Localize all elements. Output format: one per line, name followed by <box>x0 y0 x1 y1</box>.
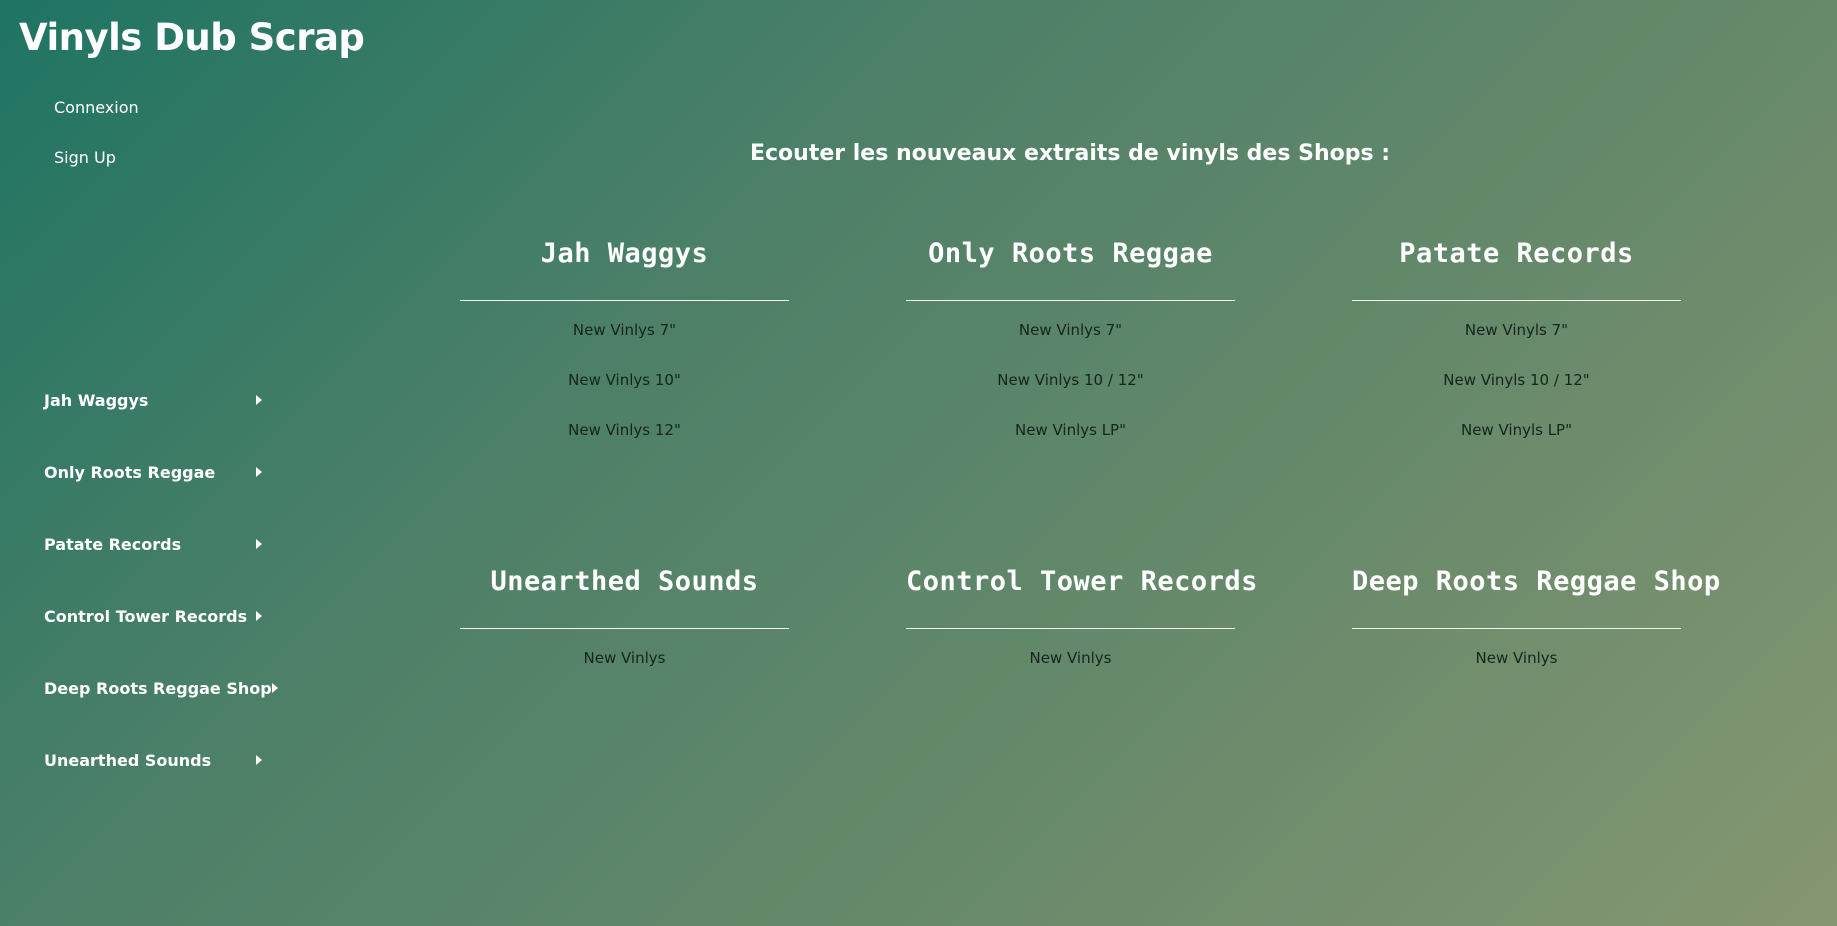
shop-card-control-tower-records: Control Tower Records New Vinlys <box>906 562 1258 697</box>
sidebar-item-deep-roots-reggae-shop[interactable]: Deep Roots Reggae Shop <box>44 676 278 700</box>
site-logo-title[interactable]: Vinyls Dub Scrap <box>19 14 365 62</box>
caret-right-icon <box>256 539 262 549</box>
shop-link-new-vinyls-7[interactable]: New Vinlys 7" <box>460 319 789 341</box>
caret-right-icon <box>256 755 262 765</box>
sidebar-item-jah-waggys[interactable]: Jah Waggys <box>44 388 264 412</box>
sidebar-item-only-roots-reggae[interactable]: Only Roots Reggae <box>44 460 264 484</box>
shop-card-unearthed-sounds: Unearthed Sounds New Vinlys <box>460 562 789 697</box>
login-link[interactable]: Connexion <box>54 96 139 120</box>
divider <box>906 628 1235 629</box>
divider <box>460 300 789 301</box>
shop-link-new-vinyls-10-12[interactable]: New Vinlys 10 / 12" <box>906 369 1235 391</box>
sidebar-item-label: Deep Roots Reggae Shop <box>44 678 272 698</box>
auth-nav: Connexion Sign Up <box>54 96 139 196</box>
caret-right-icon <box>271 683 278 693</box>
sidebar-item-patate-records[interactable]: Patate Records <box>44 532 264 556</box>
shop-title: Only Roots Reggae <box>928 238 1213 269</box>
shop-title: Jah Waggys <box>540 238 709 269</box>
shop-link-new-vinyls-7[interactable]: New Vinyls 7" <box>1352 319 1681 341</box>
shop-link-new-vinyls-12[interactable]: New Vinlys 12" <box>460 419 789 441</box>
shop-link-new-vinyls[interactable]: New Vinlys <box>460 647 789 669</box>
caret-right-icon <box>256 611 262 621</box>
sidebar-item-label: Unearthed Sounds <box>44 750 212 770</box>
shop-title: Unearthed Sounds <box>490 566 759 597</box>
shop-sidebar: Jah Waggys Only Roots Reggae Patate Reco… <box>44 388 278 820</box>
shop-card-deep-roots-reggae-shop: Deep Roots Reggae Shop New Vinlys <box>1352 562 1721 697</box>
caret-right-icon <box>256 467 262 477</box>
shop-link-new-vinyls[interactable]: New Vinlys <box>906 647 1235 669</box>
sidebar-item-label: Patate Records <box>44 534 182 554</box>
signup-link[interactable]: Sign Up <box>54 146 139 170</box>
shop-link-new-vinyls-7[interactable]: New Vinlys 7" <box>906 319 1235 341</box>
shop-link-new-vinyls-lp[interactable]: New Vinyls LP" <box>1352 419 1681 441</box>
divider <box>1352 628 1681 629</box>
shop-card-patate-records: Patate Records New Vinyls 7" New Vinyls … <box>1352 234 1681 469</box>
shop-link-new-vinyls-lp[interactable]: New Vinlys LP" <box>906 419 1235 441</box>
sidebar-item-unearthed-sounds[interactable]: Unearthed Sounds <box>44 748 264 772</box>
shop-title: Patate Records <box>1399 238 1634 269</box>
shop-card-only-roots-reggae: Only Roots Reggae New Vinlys 7" New Vinl… <box>906 234 1235 469</box>
sidebar-item-control-tower-records[interactable]: Control Tower Records <box>44 604 264 628</box>
divider <box>1352 300 1681 301</box>
shop-title: Deep Roots Reggae Shop <box>1352 566 1721 597</box>
page-heading: Ecouter les nouveaux extraits de vinyls … <box>749 141 1391 166</box>
sidebar-item-label: Jah Waggys <box>44 390 149 410</box>
caret-right-icon <box>256 395 262 405</box>
shop-link-new-vinyls-10-12[interactable]: New Vinyls 10 / 12" <box>1352 369 1681 391</box>
divider <box>460 628 789 629</box>
sidebar-item-label: Control Tower Records <box>44 606 248 626</box>
shop-card-jah-waggys: Jah Waggys New Vinlys 7" New Vinlys 10" … <box>460 234 789 469</box>
shop-link-new-vinyls-10[interactable]: New Vinlys 10" <box>460 369 789 391</box>
shop-title: Control Tower Records <box>906 566 1258 597</box>
shop-link-new-vinyls[interactable]: New Vinlys <box>1352 647 1681 669</box>
sidebar-item-label: Only Roots Reggae <box>44 462 216 482</box>
divider <box>906 300 1235 301</box>
